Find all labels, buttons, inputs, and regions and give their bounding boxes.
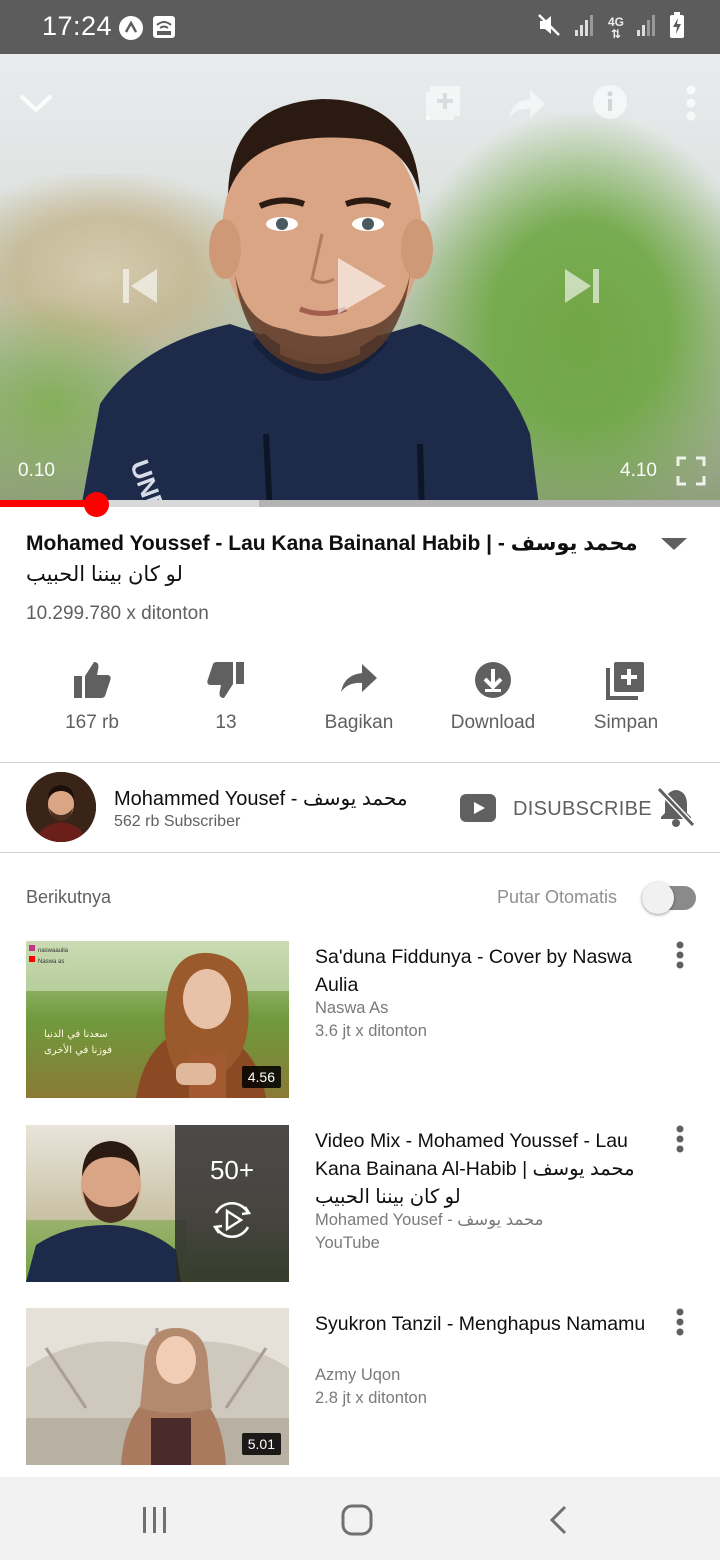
thumbs-up-icon [22, 660, 162, 706]
item-title[interactable]: Sa'duna Fiddunya - Cover by Naswa Aulia [315, 943, 655, 999]
video-thumbnail[interactable]: 5.01 [26, 1308, 289, 1465]
download-icon [423, 660, 563, 706]
like-button[interactable]: 167 rb [22, 660, 162, 734]
current-time: 0.10 [18, 460, 55, 481]
unsubscribe-button[interactable]: DISUBSCRIBE [513, 798, 652, 821]
fullscreen-icon[interactable] [676, 456, 706, 491]
video-player[interactable]: UNDER 0.10 4.10 [0, 54, 720, 506]
recent-apps-icon[interactable] [140, 1505, 170, 1540]
more-vert-icon[interactable] [684, 84, 698, 129]
minimize-chevron-down-icon[interactable] [18, 88, 54, 123]
video-thumbnail[interactable]: naswaaulia Naswa as سعدنا في الدنيا فوزن… [26, 941, 289, 1098]
item-title-arabic: لو كان بيننا الحبيب [315, 1186, 461, 1208]
item-title-text: Video Mix - Mohamed Youssef - Lau Kana B… [315, 1130, 635, 1180]
youtube-icon [460, 794, 496, 827]
back-icon[interactable] [546, 1504, 570, 1541]
autoplay-toggle[interactable] [642, 882, 696, 914]
save-playlist-icon [556, 660, 696, 706]
divider [0, 762, 720, 763]
status-bar: 17:24 4G ⇅ [0, 0, 720, 54]
more-vert-icon[interactable] [672, 941, 688, 973]
item-source: YouTube [315, 1234, 380, 1252]
share-icon [289, 660, 429, 706]
info-icon[interactable] [592, 84, 628, 125]
wifi-calling-icon [152, 15, 176, 44]
toggle-thumb [642, 882, 674, 914]
share-button[interactable]: Bagikan [289, 660, 429, 734]
thumb-caption: سعدنا في الدنيا [44, 1029, 108, 1040]
status-time: 17:24 [42, 11, 113, 41]
up-next-label: Berikutnya [26, 887, 112, 907]
play-icon[interactable] [334, 256, 388, 321]
system-nav-bar [0, 1477, 720, 1560]
previous-icon[interactable] [120, 266, 160, 311]
list-item[interactable]: 50+ Video Mix - Mohamed Youssef - Lau Ka… [0, 1125, 720, 1285]
item-title[interactable]: Syukron Tanzil - Menghapus Namamu [315, 1310, 655, 1338]
video-duration: 4.56 [241, 1066, 281, 1088]
expand-description-icon[interactable] [660, 536, 688, 557]
thumbs-down-icon [156, 660, 296, 706]
dislike-button[interactable]: 13 [156, 660, 296, 734]
add-to-playlist-icon[interactable] [424, 84, 462, 127]
notifications-off-bell-icon[interactable] [656, 786, 696, 833]
mix-playlist-play-icon [209, 1197, 255, 1248]
share-label: Bagikan [324, 712, 394, 733]
more-vert-icon[interactable] [672, 1125, 688, 1157]
channel-avatar[interactable] [26, 772, 96, 842]
thumb-channel-tag: Naswa as [38, 959, 64, 965]
mix-overlay: 50+ [175, 1125, 289, 1282]
mix-thumbnail[interactable]: 50+ [26, 1125, 289, 1282]
assistant-icon [118, 15, 144, 46]
signal-icon [574, 13, 596, 42]
mix-count: 50+ [209, 1155, 255, 1185]
progress-played [0, 500, 97, 507]
dislike-count: 13 [215, 712, 237, 733]
item-channel: Azmy Uqon [315, 1366, 401, 1384]
mute-icon [536, 12, 562, 43]
divider [0, 852, 720, 853]
progress-scrubber[interactable] [84, 492, 110, 517]
list-item[interactable]: naswaaulia Naswa as سعدنا في الدنيا فوزن… [0, 941, 720, 1101]
view-count: 10.299.780 x ditonton [26, 603, 209, 624]
thumb-channel-tag: naswaaulia [38, 948, 69, 954]
video-duration: 5.01 [241, 1433, 281, 1455]
autoplay-label: Putar Otomatis [497, 887, 618, 907]
subscriber-count: 562 rb Subscriber [114, 813, 241, 830]
download-button[interactable]: Download [423, 660, 563, 734]
download-label: Download [450, 712, 536, 733]
video-title[interactable]: Mohamed Youssef - Lau Kana Bainanal Habi… [26, 528, 646, 590]
thumb-caption: فوزنا في الأخرى [44, 1043, 112, 1056]
signal-icon [636, 13, 658, 42]
more-vert-icon[interactable] [672, 1308, 688, 1340]
item-views: 3.6 jt x ditonton [315, 1022, 427, 1040]
item-views: 2.8 jt x ditonton [315, 1389, 427, 1407]
battery-charging-icon [670, 12, 684, 43]
list-item[interactable]: 5.01 Syukron Tanzil - Menghapus Namamu A… [0, 1308, 720, 1468]
item-channel: Mohamed Yousef - محمد يوسف [315, 1211, 544, 1229]
4g-icon: 4G ⇅ [607, 14, 624, 41]
video-title-arabic: لو كان بيننا الحبيب [26, 563, 183, 586]
save-button[interactable]: Simpan [556, 660, 696, 734]
item-channel: Naswa As [315, 999, 389, 1017]
video-title-text: Mohamed Youssef - Lau Kana Bainanal Habi… [26, 532, 638, 555]
network-label: 4G [607, 14, 624, 29]
home-icon[interactable] [340, 1503, 374, 1542]
share-icon[interactable] [508, 88, 546, 125]
action-bar: 167 rb 13 Bagikan Download Simpan [0, 660, 720, 750]
channel-name[interactable]: Mohammed Yousef - محمد يوسف [114, 786, 408, 811]
like-count: 167 rb [65, 712, 119, 733]
total-time: 4.10 [620, 460, 657, 481]
next-icon[interactable] [562, 266, 602, 311]
save-label: Simpan [593, 712, 659, 733]
item-title[interactable]: Video Mix - Mohamed Youssef - Lau Kana B… [315, 1127, 655, 1211]
